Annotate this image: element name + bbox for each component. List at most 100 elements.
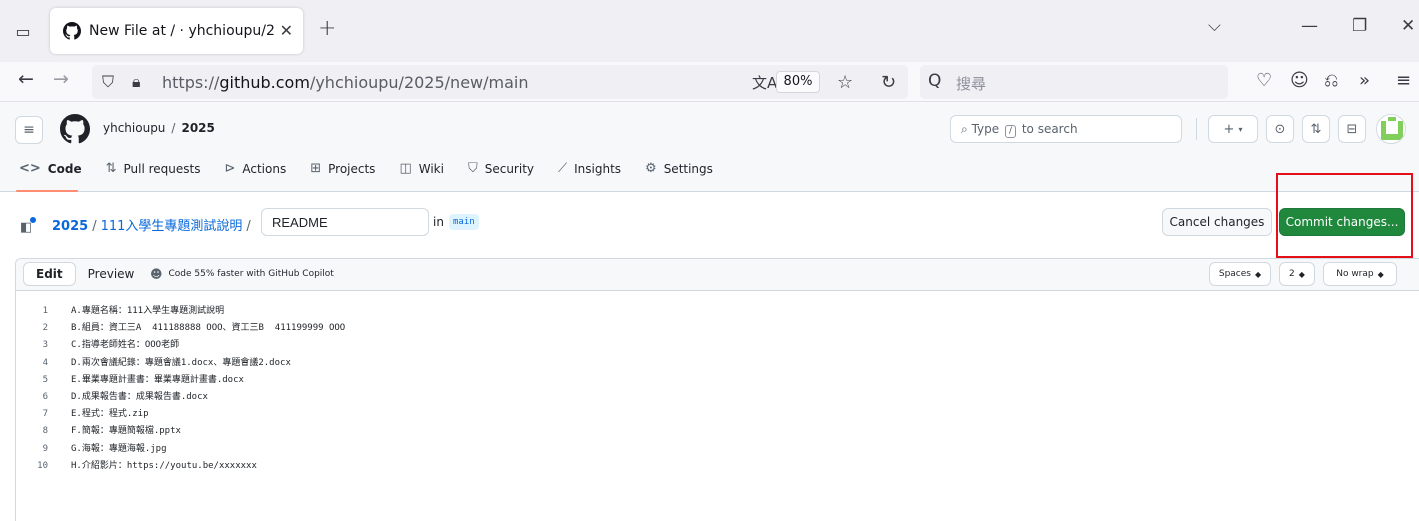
inbox-button[interactable]: ⊟ (1338, 115, 1366, 143)
line-content[interactable]: C.指導老師姓名：OOO老師 (71, 337, 179, 354)
tab-overflow-chevron-icon[interactable]: ⌵ (1208, 16, 1221, 36)
edit-preview-toggle: Edit Preview (23, 262, 146, 286)
inbox-icon: ⊟ (1346, 121, 1358, 137)
line-number: 5 (42, 374, 48, 385)
code-line: 8 F.簡報：專題簡報檔.pptx (16, 423, 345, 440)
tab-pull-requests[interactable]: ⇅ Pull requests (106, 161, 201, 176)
reload-icon[interactable]: ↻ (881, 72, 896, 93)
code-lines[interactable]: 1 A.專題名稱：111入學生專題測試說明 2 B.組員：資工三A 41118888… (16, 303, 345, 475)
hamburger-menu-icon[interactable]: ≡ (15, 116, 43, 144)
url-bar[interactable]: ⛉ 🔒︎ https://github.com/yhchioupu/2025/n… (92, 65, 908, 99)
notification-dot (30, 217, 37, 223)
browser-tab-bar: ▭ New File at / · yhchioupu/2025 ✕ + ⌵ —… (0, 0, 1419, 62)
line-number: 4 (42, 357, 48, 368)
in-label: in (433, 215, 444, 229)
line-content[interactable]: F.簡報：專題簡報檔.pptx (71, 423, 181, 440)
code-editor: Edit Preview ☻ Code 55% faster with GitHu… (15, 258, 1419, 521)
indent-size-select[interactable]: 2 ◆ (1279, 262, 1315, 286)
line-content[interactable]: H.介紹影片：https://youtu.be/xxxxxxx (71, 458, 257, 475)
select-caret-icon: ◆ (1254, 269, 1262, 279)
back-icon[interactable]: ← (18, 68, 34, 90)
line-content[interactable]: D.成果報告書：成果報告書.docx (71, 389, 208, 406)
path-repo-link[interactable]: 2025 (52, 219, 88, 234)
url-text[interactable]: https://github.com/yhchioupu/2025/new/ma… (162, 73, 528, 92)
repo-nav: <> Code ⇅ Pull requests ⊳ Actions ⊞ Projects… (19, 161, 713, 176)
repo-link[interactable]: 2025 (181, 121, 214, 135)
zoom-badge[interactable]: 80% (776, 71, 820, 93)
account-icon[interactable]: ☺ (1290, 70, 1309, 91)
copilot-icon: ☻ (150, 267, 163, 281)
tab-close-icon[interactable]: ✕ (280, 21, 293, 40)
tab-security[interactable]: ⛉ Security (468, 161, 534, 176)
code-line: 5 E.畢業專題計畫書：畢業專題計畫書.docx (16, 372, 345, 389)
shield-icon[interactable]: ⛉ (102, 72, 114, 92)
lock-icon[interactable]: 🔒︎ (132, 72, 141, 92)
indent-mode-select[interactable]: Spaces ◆ (1209, 262, 1271, 286)
github-header: ≡ yhchioupu/2025 ⌕ Type / to search + ▾ … (0, 102, 1419, 192)
tab-projects[interactable]: ⊞ Projects (310, 161, 375, 176)
filename-input[interactable] (261, 208, 429, 236)
line-content[interactable]: B.組員：資工三A 411188888 OOO、資工三B 411199999 O… (71, 320, 345, 337)
cancel-changes-button[interactable]: Cancel changes (1162, 208, 1272, 236)
avatar[interactable] (1376, 114, 1406, 144)
triangle-down-icon: ▾ (1238, 124, 1243, 134)
close-window-icon[interactable]: ✕ (1401, 16, 1415, 36)
highlight-annotation-box (1276, 173, 1413, 258)
forward-icon[interactable]: → (53, 68, 69, 90)
tab-list-icon[interactable]: ▭ (10, 18, 36, 44)
editor-toolbar: Edit Preview ☻ Code 55% faster with GitHu… (16, 259, 1419, 291)
git-pull-request-icon: ⇅ (1310, 121, 1322, 137)
new-tab-button[interactable]: + (318, 16, 336, 41)
issues-button[interactable]: ⊙ (1266, 115, 1294, 143)
tab-insights[interactable]: ⟋ Insights (558, 161, 621, 176)
translate-icon[interactable]: 文A (752, 72, 777, 93)
overflow-chevrons-icon[interactable]: » (1359, 70, 1370, 91)
minimize-icon[interactable]: — (1301, 16, 1318, 36)
line-content[interactable]: E.程式：程式.zip (71, 406, 149, 423)
line-content[interactable]: E.畢業專題計畫書：畢業專題計畫書.docx (71, 372, 244, 389)
browser-nav-bar: ← → ⛉ 🔒︎ https://github.com/yhchioupu/20… (0, 62, 1419, 102)
code-line: 4 D.兩次會議紀錄：專題會議1.docx、專題會議2.docx (16, 355, 345, 372)
tab-settings[interactable]: ⚙ Settings (645, 161, 713, 176)
book-icon: ◫ (399, 161, 412, 176)
tab-wiki[interactable]: ◫ Wiki (399, 161, 444, 176)
create-new-button[interactable]: + ▾ (1208, 115, 1258, 143)
line-content[interactable]: G.海報：專題海報.jpg (71, 441, 167, 458)
app-menu-icon[interactable]: ≡ (1396, 70, 1411, 91)
restore-icon[interactable]: ❐ (1352, 16, 1367, 36)
branch-badge[interactable]: main (449, 214, 479, 230)
bookmark-star-icon[interactable]: ☆ (837, 72, 853, 93)
repo-breadcrumb: yhchioupu / 2025 (103, 121, 215, 135)
path-folder-link[interactable]: 111入學生專題測試說明 (101, 219, 243, 234)
file-tree-toggle-icon[interactable]: ◧ (20, 217, 37, 235)
tab-edit[interactable]: Edit (23, 262, 76, 286)
graph-icon: ⟋ (558, 161, 568, 176)
file-path-breadcrumb: 2025/111入學生專題測試說明 / (52, 219, 251, 234)
code-line: 9 G.海報：專題海報.jpg (16, 441, 345, 458)
shield-icon: ⛉ (467, 161, 478, 176)
search-bar[interactable]: Q 搜尋 (920, 65, 1228, 99)
tab-preview[interactable]: Preview (76, 262, 147, 286)
breadcrumb-separator: / (171, 121, 176, 135)
pull-requests-button[interactable]: ⇅ (1302, 115, 1330, 143)
browser-tab[interactable]: New File at / · yhchioupu/2025 ✕ (50, 8, 303, 54)
tab-actions[interactable]: ⊳ Actions (224, 161, 286, 176)
code-line: 7 E.程式：程式.zip (16, 406, 345, 423)
extensions-icon[interactable]: ⎌ (1324, 70, 1338, 91)
line-content[interactable]: A.專題名稱：111入學生專題測試說明 (71, 303, 224, 320)
github-logo-icon[interactable] (60, 114, 90, 144)
github-search-input[interactable]: ⌕ Type / to search (950, 115, 1182, 143)
code-line: 3 C.指導老師姓名：OOO老師 (16, 337, 345, 354)
copilot-hint[interactable]: ☻ Code 55% faster with GitHub Copilot (150, 267, 334, 281)
issue-opened-icon: ⊙ (1274, 121, 1286, 137)
gear-icon: ⚙ (645, 161, 657, 176)
wrap-mode-select[interactable]: No wrap ◆ (1323, 262, 1397, 286)
avatar-identicon-icon (1377, 115, 1405, 143)
pocket-icon[interactable]: ♡ (1256, 70, 1272, 91)
line-number: 2 (42, 323, 48, 334)
owner-link[interactable]: yhchioupu (103, 121, 165, 135)
code-line: 2 B.組員：資工三A 411188888 OOO、資工三B 411199999 … (16, 320, 346, 337)
search-type-text: Type (971, 122, 1000, 136)
line-content[interactable]: D.兩次會議紀錄：專題會議1.docx、專題會議2.docx (71, 355, 291, 372)
tab-code[interactable]: <> Code (19, 161, 82, 176)
